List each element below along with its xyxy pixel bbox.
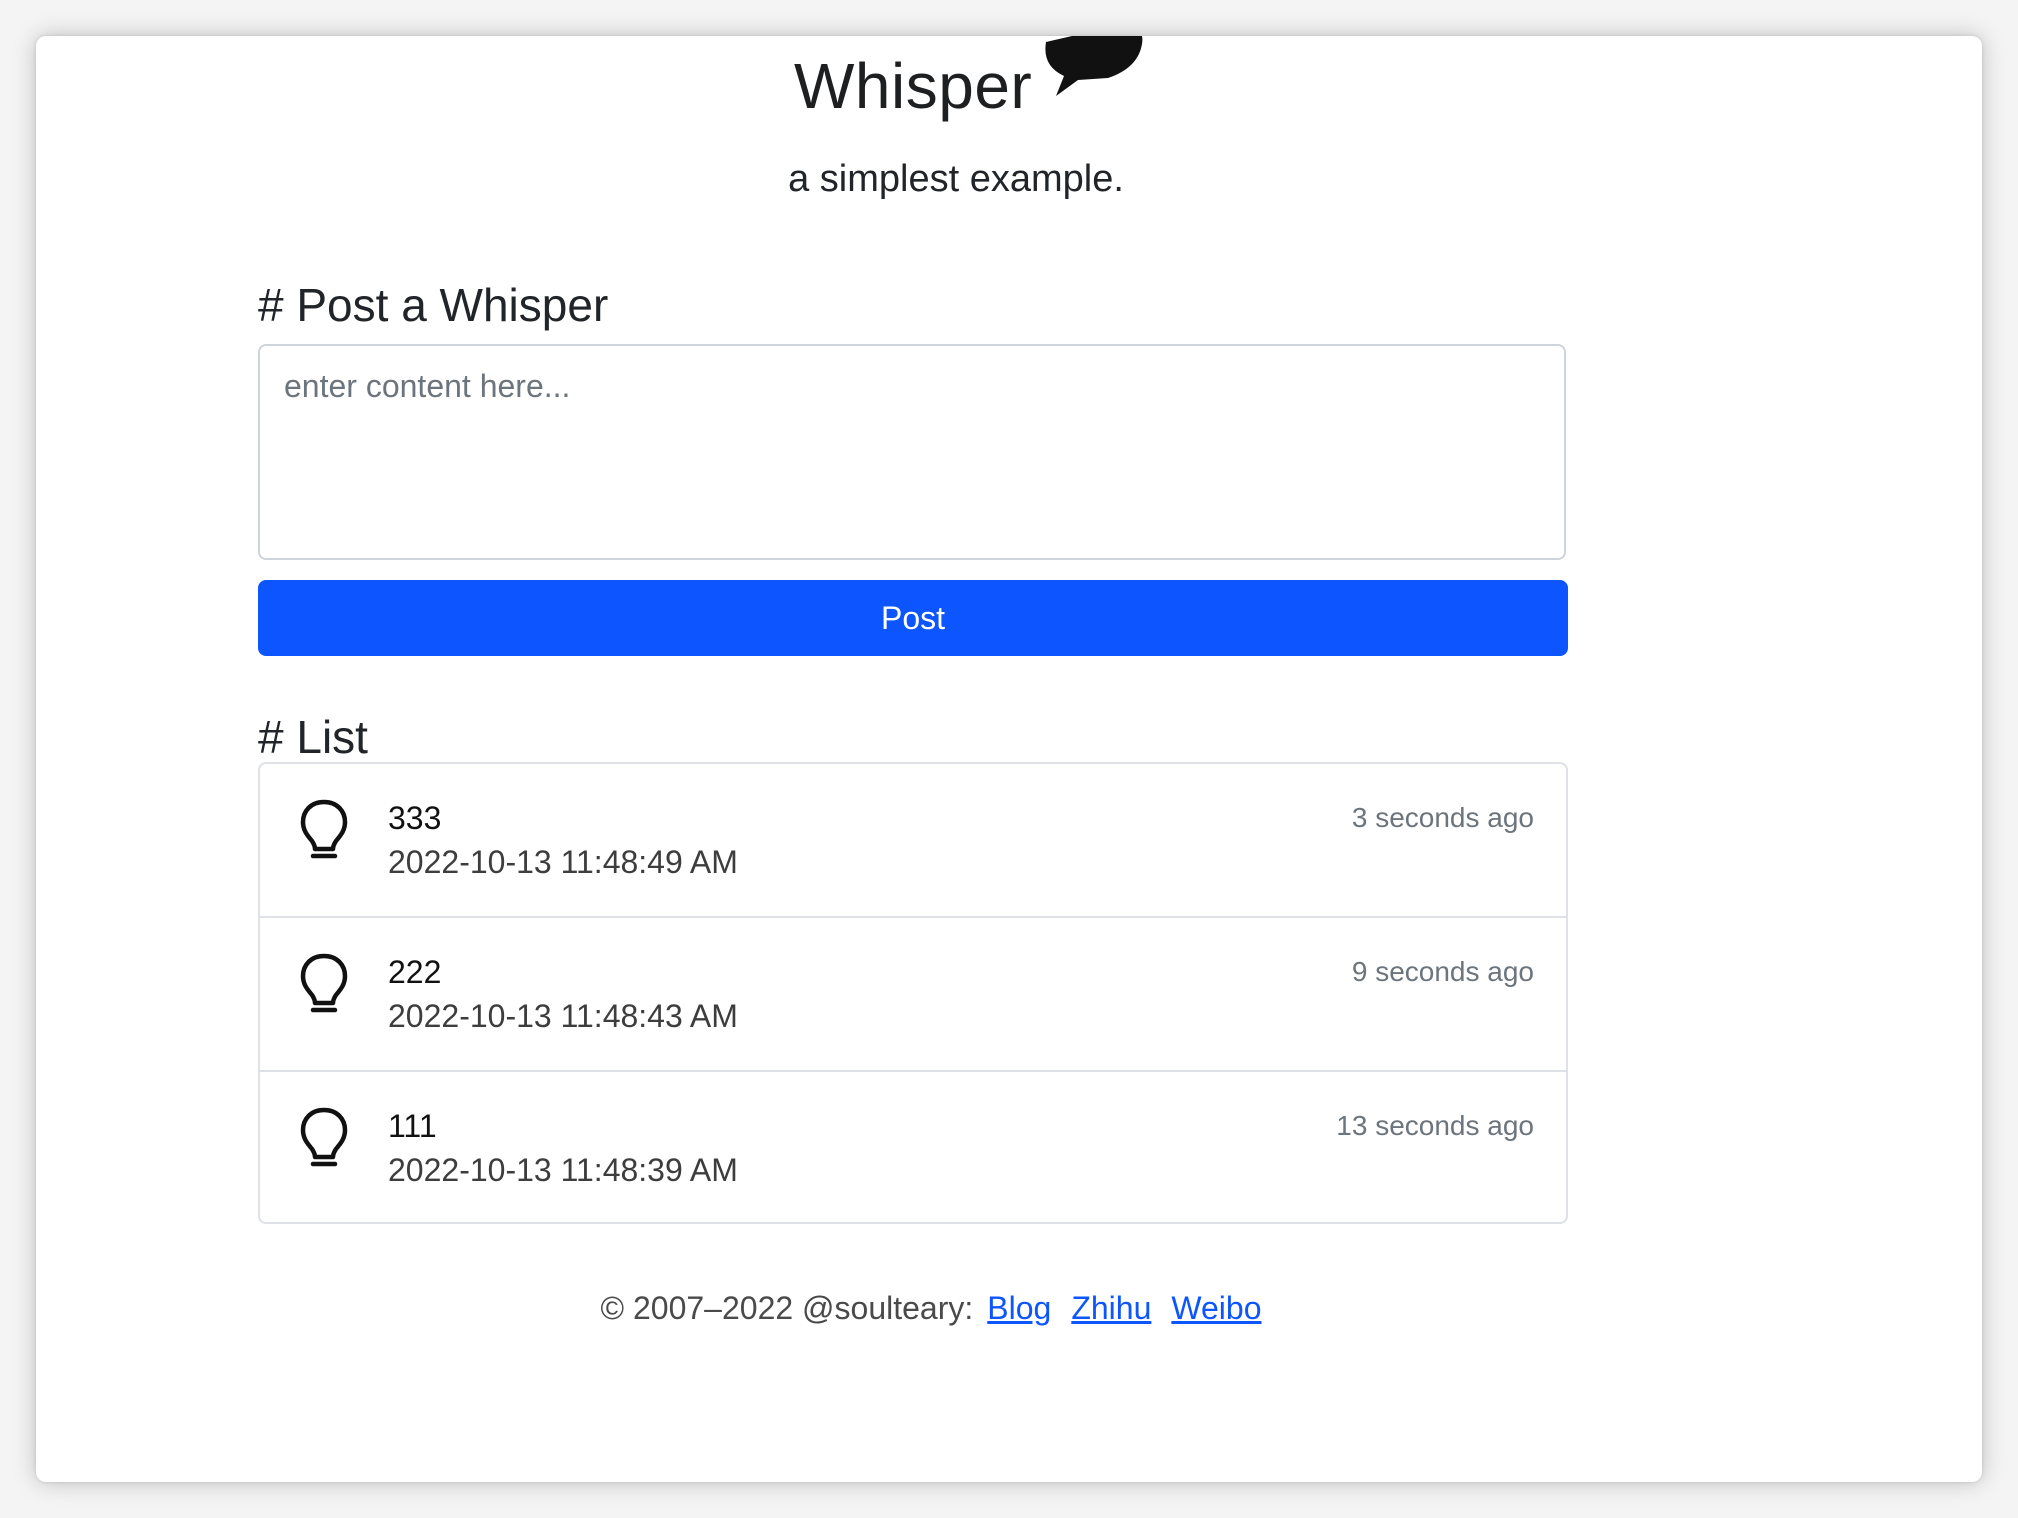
lightbulb-icon [300, 799, 348, 859]
item-title: 333 [388, 800, 442, 836]
post-section-heading: # Post a Whisper [258, 279, 609, 331]
list-item: 111 2022-10-13 11:48:39 AM 13 seconds ag… [260, 1072, 1566, 1222]
footer-link-weibo[interactable]: Weibo [1171, 1290, 1261, 1326]
item-title: 111 [388, 1108, 437, 1144]
item-relative-time: 9 seconds ago [1351, 956, 1534, 987]
lightbulb-icon [300, 1107, 348, 1167]
footer: © 2007–2022 @soulteary: Blog Zhihu Weibo [36, 1290, 1836, 1327]
item-relative-time: 3 seconds ago [1351, 802, 1534, 833]
lightbulb-icon [300, 953, 348, 1013]
item-date: 2022-10-13 11:48:39 AM [388, 1152, 738, 1188]
post-button[interactable]: Post [258, 580, 1568, 656]
list-item: 222 2022-10-13 11:48:43 AM 9 seconds ago [260, 918, 1566, 1072]
brand-subtitle: a simplest example. [788, 158, 1124, 200]
footer-copyright: © 2007–2022 @soulteary: [600, 1290, 974, 1326]
brand-header: Whisper [36, 36, 1836, 146]
browser-window: Whisper a simplest example. # Post a Whi… [36, 36, 1982, 1482]
item-date: 2022-10-13 11:48:43 AM [388, 998, 738, 1034]
whisper-list: 333 2022-10-13 11:48:49 AM 3 seconds ago… [258, 762, 1568, 1224]
footer-link-blog[interactable]: Blog [987, 1290, 1051, 1326]
list-item: 333 2022-10-13 11:48:49 AM 3 seconds ago [260, 764, 1566, 918]
list-section-heading: # List [258, 711, 368, 763]
speech-bubble-icon [1045, 36, 1143, 96]
content-textarea[interactable] [258, 344, 1566, 560]
item-date: 2022-10-13 11:48:49 AM [388, 844, 738, 880]
footer-link-zhihu[interactable]: Zhihu [1071, 1290, 1151, 1326]
item-relative-time: 13 seconds ago [1336, 1110, 1534, 1141]
item-title: 222 [388, 954, 442, 990]
